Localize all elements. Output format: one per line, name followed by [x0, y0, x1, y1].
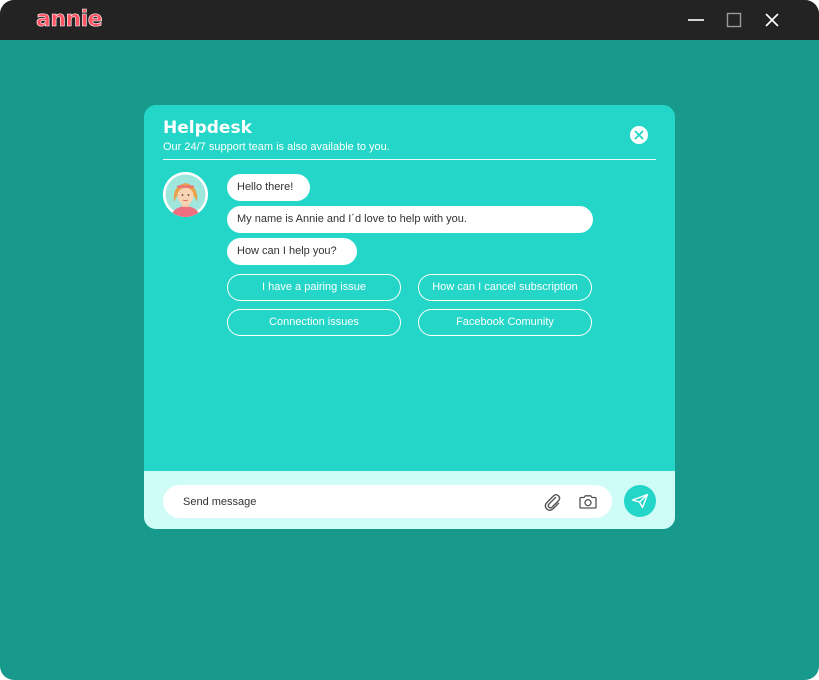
close-circle-icon: [634, 130, 644, 140]
title-bar: annie: [0, 0, 819, 40]
agent-avatar: [163, 172, 208, 217]
message-input[interactable]: [183, 485, 523, 518]
helpdesk-title: Helpdesk: [163, 118, 252, 138]
send-button[interactable]: [624, 485, 656, 517]
quick-reply-connection-issues[interactable]: Connection issues: [227, 309, 401, 336]
close-window-button[interactable]: [760, 8, 784, 32]
header-divider: [163, 159, 656, 160]
paperclip-icon: [544, 494, 561, 512]
maximize-icon: [726, 12, 742, 28]
attach-button[interactable]: [541, 491, 563, 513]
camera-button[interactable]: [577, 491, 599, 513]
app-logo: annie: [36, 7, 103, 33]
maximize-button[interactable]: [722, 8, 746, 32]
helpdesk-close-button[interactable]: [630, 126, 648, 144]
quick-reply-cancel-subscription[interactable]: How can I cancel subscription: [418, 274, 592, 301]
camera-icon: [579, 495, 597, 509]
minimize-button[interactable]: [684, 8, 708, 32]
chat-message: Hello there!: [227, 174, 310, 201]
message-box: [163, 485, 612, 518]
helpdesk-subtitle: Our 24/7 support team is also available …: [163, 141, 390, 153]
send-icon: [631, 493, 649, 509]
minimize-icon: [688, 19, 704, 21]
chat-message: How can I help you?: [227, 238, 357, 265]
quick-reply-facebook-community[interactable]: Facebook Comunity: [418, 309, 592, 336]
helpdesk-panel: Helpdesk Our 24/7 support team is also a…: [144, 105, 675, 529]
message-composer: [144, 471, 675, 529]
app-window: annie Helpdesk Our 24/7 support team is …: [0, 0, 819, 680]
close-icon: [765, 13, 779, 27]
quick-reply-pairing-issue[interactable]: I have a pairing issue: [227, 274, 401, 301]
chat-message: My name is Annie and I´d love to help wi…: [227, 206, 593, 233]
